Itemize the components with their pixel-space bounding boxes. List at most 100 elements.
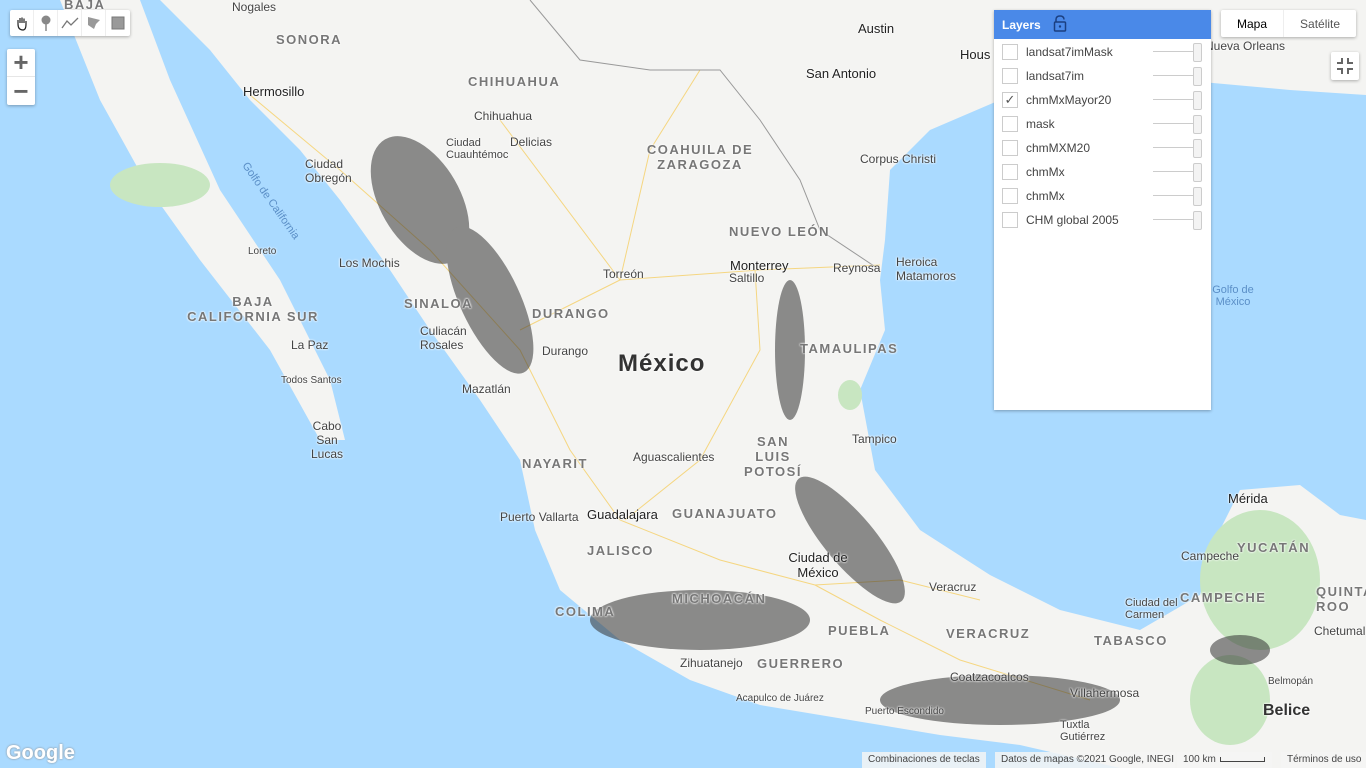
map-label: Tuxtla Gutiérrez bbox=[1060, 719, 1106, 743]
map-label: Belmopán bbox=[1268, 676, 1314, 687]
layer-name: chmMx bbox=[1026, 165, 1065, 179]
map-label: Ciudad Obregón bbox=[305, 157, 352, 185]
map-label: Loreto bbox=[248, 246, 277, 257]
marker-icon[interactable] bbox=[34, 10, 58, 36]
layer-row: mask bbox=[994, 112, 1211, 136]
opacity-slider-handle[interactable] bbox=[1193, 163, 1202, 182]
layer-row: chmMx bbox=[994, 184, 1211, 208]
opacity-slider-track[interactable] bbox=[1153, 123, 1193, 124]
lock-icon[interactable] bbox=[1053, 14, 1067, 35]
zoom-out-button[interactable]: − bbox=[7, 76, 35, 106]
map-label: Belice bbox=[1263, 702, 1311, 719]
map-label: Guadalajara bbox=[587, 507, 658, 522]
map-label: SINALOA bbox=[404, 296, 473, 311]
map-label: GUERRERO bbox=[757, 656, 845, 671]
rectangle-icon[interactable] bbox=[106, 10, 130, 36]
opacity-slider-track[interactable] bbox=[1153, 99, 1193, 100]
map-label: Mazatlán bbox=[462, 382, 511, 396]
opacity-slider-track[interactable] bbox=[1153, 219, 1193, 220]
layer-checkbox[interactable] bbox=[1002, 68, 1018, 84]
map-label: Mérida bbox=[1228, 491, 1268, 506]
map-label: Torreón bbox=[603, 267, 644, 281]
map-label: NAYARIT bbox=[522, 456, 588, 471]
map-label: CAMPECHE bbox=[1180, 590, 1267, 605]
layer-checkbox[interactable] bbox=[1002, 212, 1018, 228]
map-label: Aguascalientes bbox=[633, 450, 715, 464]
layer-checkbox[interactable]: ✓ bbox=[1002, 92, 1018, 108]
layer-row: ✓ chmMxMayor20 bbox=[994, 88, 1211, 112]
map-label: Villahermosa bbox=[1070, 686, 1140, 700]
opacity-slider-handle[interactable] bbox=[1193, 91, 1202, 110]
terms-link[interactable]: Términos de uso bbox=[1281, 752, 1366, 768]
layer-checkbox[interactable] bbox=[1002, 188, 1018, 204]
map-label: MICHOACÁN bbox=[672, 591, 767, 606]
layer-name: mask bbox=[1026, 117, 1055, 131]
map-label: Ciudad del Carmen bbox=[1125, 597, 1178, 621]
layer-name: landsat7im bbox=[1026, 69, 1085, 83]
layer-checkbox[interactable] bbox=[1002, 44, 1018, 60]
map-label: BAJA CALIFORNIA SUR bbox=[187, 294, 319, 324]
map-label: COLIMA bbox=[555, 604, 616, 619]
opacity-slider-handle[interactable] bbox=[1193, 67, 1202, 86]
layer-row: landsat7imMask bbox=[994, 40, 1211, 64]
layer-name: landsat7imMask bbox=[1026, 45, 1113, 59]
map-label: Chihuahua bbox=[474, 109, 533, 123]
drawing-toolbar bbox=[10, 10, 130, 36]
opacity-slider-track[interactable] bbox=[1153, 75, 1193, 76]
map-label: NUEVO LEÓN bbox=[729, 224, 830, 239]
map-label: TAMAULIPAS bbox=[800, 341, 899, 356]
map-label: Chetumal bbox=[1314, 624, 1366, 638]
opacity-slider-handle[interactable] bbox=[1193, 43, 1202, 62]
map-label: Hous bbox=[960, 47, 991, 62]
map-label: GUANAJUATO bbox=[672, 506, 778, 521]
map-label: Puerto Escondido bbox=[865, 706, 944, 717]
map-label: TABASCO bbox=[1094, 633, 1168, 648]
layer-row: CHM global 2005 bbox=[994, 208, 1211, 232]
scale-bar[interactable]: 100 km bbox=[1177, 752, 1272, 768]
opacity-slider-handle[interactable] bbox=[1193, 115, 1202, 134]
map-label: Culiacán Rosales bbox=[420, 324, 467, 352]
layers-header: Layers bbox=[994, 10, 1211, 39]
fullscreen-exit-button[interactable] bbox=[1331, 52, 1359, 80]
polygon-icon[interactable] bbox=[82, 10, 106, 36]
layer-name: chmMx bbox=[1026, 189, 1065, 203]
opacity-slider-track[interactable] bbox=[1153, 51, 1193, 52]
layer-row: chmMx bbox=[994, 160, 1211, 184]
opacity-slider-track[interactable] bbox=[1153, 147, 1193, 148]
zoom-controls: + − bbox=[7, 47, 35, 106]
layer-checkbox[interactable] bbox=[1002, 140, 1018, 156]
opacity-slider-handle[interactable] bbox=[1193, 139, 1202, 158]
map-label: Golfo de México bbox=[1212, 284, 1254, 308]
map-label: Ciudad Cuauhtémoc bbox=[446, 137, 509, 161]
layer-row: landsat7im bbox=[994, 64, 1211, 88]
map-label: Puerto Vallarta bbox=[500, 510, 579, 524]
map-label: PUEBLA bbox=[828, 623, 891, 638]
layers-title: Layers bbox=[1002, 17, 1041, 32]
map-type-satellite-button[interactable]: Satélite bbox=[1283, 10, 1356, 37]
zoom-in-button[interactable]: + bbox=[7, 47, 35, 77]
map-label: JALISCO bbox=[587, 543, 654, 558]
fullscreen-exit-icon bbox=[1337, 58, 1353, 74]
map-type-map-button[interactable]: Mapa bbox=[1221, 10, 1283, 37]
map-label: SONORA bbox=[276, 32, 343, 47]
map-type-control: Mapa Satélite bbox=[1221, 10, 1357, 37]
layer-name: chmMXM20 bbox=[1026, 141, 1091, 155]
map-label: SAN LUIS POTOSÍ bbox=[744, 434, 802, 479]
map-label: Tampico bbox=[852, 432, 897, 446]
opacity-slider-track[interactable] bbox=[1153, 195, 1193, 196]
opacity-slider-handle[interactable] bbox=[1193, 187, 1202, 206]
layer-name: CHM global 2005 bbox=[1026, 213, 1119, 227]
layer-checkbox[interactable] bbox=[1002, 164, 1018, 180]
map-label: Nueva Orleans bbox=[1205, 39, 1286, 53]
keyboard-shortcuts-link[interactable]: Combinaciones de teclas bbox=[862, 752, 986, 768]
scale-label: 100 km bbox=[1183, 754, 1216, 765]
map-label: Nogales bbox=[232, 0, 277, 14]
layer-checkbox[interactable] bbox=[1002, 116, 1018, 132]
opacity-slider-track[interactable] bbox=[1153, 171, 1193, 172]
hand-icon[interactable] bbox=[10, 10, 34, 36]
line-icon[interactable] bbox=[58, 10, 82, 36]
map-attribution: Datos de mapas ©2021 Google, INEGI bbox=[995, 752, 1175, 768]
opacity-slider-handle[interactable] bbox=[1193, 211, 1202, 230]
map-label: Veracruz bbox=[929, 580, 977, 594]
map-label: Acapulco de Juárez bbox=[736, 693, 824, 704]
